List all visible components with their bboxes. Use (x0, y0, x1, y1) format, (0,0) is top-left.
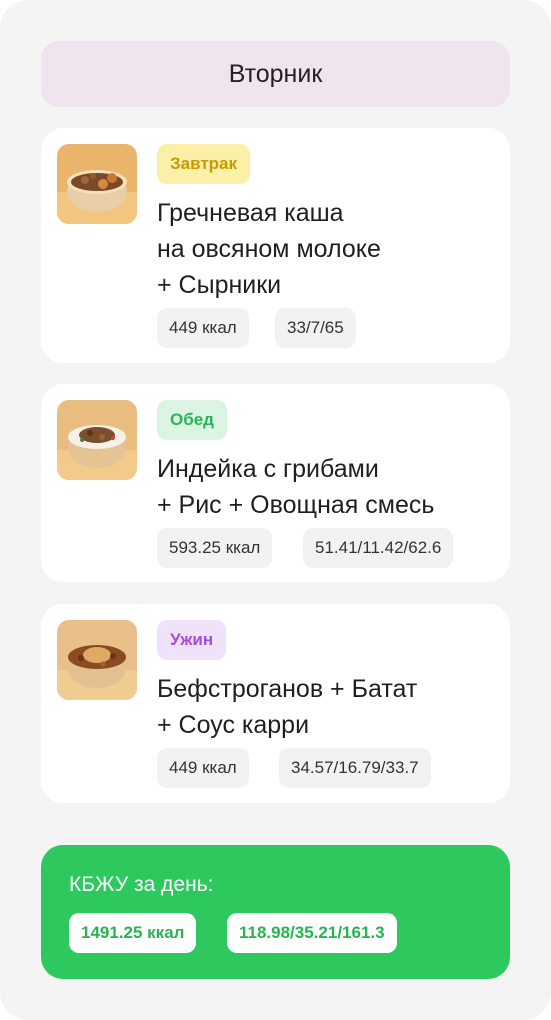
day-header[interactable]: Вторник (41, 41, 510, 107)
meal-tag-label: Завтрак (170, 154, 238, 173)
summary-macros-label: 118.98/35.21/161.3 (239, 923, 385, 942)
day-title: Вторник (228, 59, 323, 88)
meal-macros-label: 33/7/65 (287, 318, 344, 337)
meal-kcal-label: 449 ккал (169, 318, 237, 337)
meal-kcal: 449 ккал (157, 748, 249, 788)
day-menu-frame: Вторник Завтрак Гречневая каша на овсяно… (0, 0, 551, 1020)
meal-macros: 34.57/16.79/33.7 (279, 748, 431, 788)
meal-title: Гречневая каша на овсяном молоке + Сырни… (157, 199, 381, 299)
meal-title: Бефстроганов + Батат + Соус карри (157, 675, 418, 739)
meal-tag-label: Обед (170, 410, 214, 429)
meal-card-lunch[interactable]: Обед Индейка с грибами + Рис + Овощная с… (41, 384, 510, 582)
meal-macros: 51.41/11.42/62.6 (303, 528, 454, 568)
meal-kcal: 593.25 ккал (157, 528, 273, 568)
meal-kcal-label: 449 ккал (169, 758, 237, 777)
meal-tag-lunch: Обед (157, 400, 227, 440)
meal-tag-label: Ужин (170, 630, 214, 649)
summary-kcal: 1491.25 ккал (69, 913, 197, 953)
meal-macros: 33/7/65 (275, 308, 356, 348)
summary-title: КБЖУ за день: (69, 873, 214, 896)
turkey-rice-bowl-icon (57, 400, 137, 480)
beef-stroganoff-bowl-icon (57, 620, 137, 700)
meal-kcal-label: 593.25 ккал (169, 538, 261, 557)
meal-tag-breakfast: Завтрак (157, 144, 251, 184)
meal-kcal: 449 ккал (157, 308, 249, 348)
daily-summary-card: КБЖУ за день: 1491.25 ккал 118.98/35.21/… (41, 845, 510, 979)
meal-card-dinner[interactable]: Ужин Бефстроганов + Батат + Соус карри 4… (41, 604, 510, 803)
meal-card-breakfast[interactable]: Завтрак Гречневая каша на овсяном молоке… (41, 128, 510, 363)
meal-title: Индейка с грибами + Рис + Овощная смесь (157, 455, 435, 519)
summary-kcal-label: 1491.25 ккал (81, 923, 185, 942)
buckwheat-syrniki-bowl-icon (57, 144, 137, 224)
meal-tag-dinner: Ужин (157, 620, 227, 660)
summary-macros: 118.98/35.21/161.3 (227, 913, 397, 953)
meal-macros-label: 34.57/16.79/33.7 (291, 758, 419, 777)
meal-macros-label: 51.41/11.42/62.6 (315, 538, 442, 557)
